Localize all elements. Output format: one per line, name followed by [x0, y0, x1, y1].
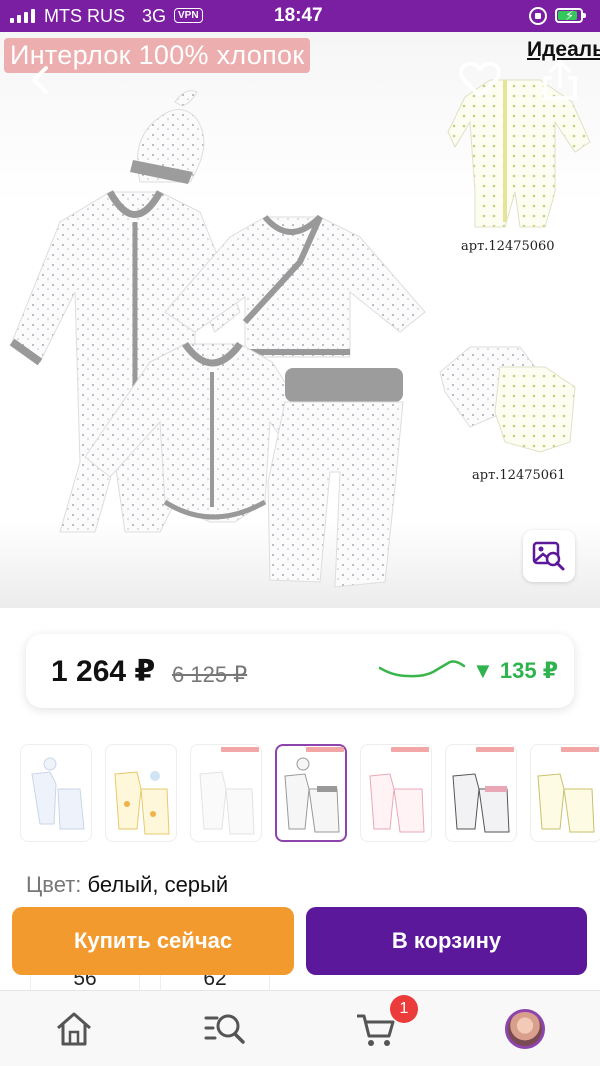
- color-info: Цвет: белый, серый: [26, 872, 228, 898]
- add-to-cart-button[interactable]: В корзину: [306, 907, 587, 975]
- thumbnail-selected[interactable]: [275, 744, 347, 842]
- color-value: белый, серый: [87, 872, 229, 897]
- network-type: 3G: [142, 6, 167, 26]
- status-bar: MTS RUS 3G VPN 18:47 ⚡: [0, 0, 600, 32]
- price-drop: ▼ 135 ₽: [472, 658, 559, 683]
- signal-icon: [10, 9, 35, 23]
- color-label: Цвет:: [26, 872, 82, 897]
- rotation-lock-icon: [529, 7, 547, 25]
- article-number: арт.12475061: [472, 468, 566, 483]
- price-card[interactable]: 1 264 ₽ 6 125 ₽ ▼ 135 ₽: [26, 634, 574, 708]
- current-price: 1 264 ₽: [51, 655, 156, 688]
- image-search-icon[interactable]: [523, 530, 575, 582]
- battery-icon: ⚡: [555, 8, 586, 23]
- price-history-sparkline: [378, 660, 466, 678]
- carrier-name: MTS RUS: [44, 6, 125, 26]
- old-price: 6 125 ₽: [172, 662, 248, 687]
- catalog-search-icon[interactable]: [203, 1007, 247, 1051]
- product-gallery[interactable]: Интерлок 100% хлопок Идеаль арт.12475060…: [0, 32, 600, 608]
- status-time: 18:47: [274, 5, 323, 26]
- thumbnail[interactable]: [20, 744, 92, 842]
- thumbnail[interactable]: [360, 744, 432, 842]
- product-image: [9, 79, 591, 588]
- profile-avatar[interactable]: [505, 1009, 545, 1049]
- tab-bar: 1: [0, 990, 600, 1066]
- heart-icon[interactable]: [458, 60, 502, 100]
- cart-badge: 1: [390, 995, 418, 1023]
- thumbnail[interactable]: [445, 744, 517, 842]
- thumbnail[interactable]: [190, 744, 262, 842]
- article-number: арт.12475060: [461, 239, 555, 254]
- home-icon[interactable]: [52, 1007, 96, 1051]
- back-arrow-icon[interactable]: [24, 62, 60, 98]
- share-icon[interactable]: [540, 58, 580, 102]
- thumbnail-strip[interactable]: [20, 744, 600, 844]
- vpn-badge: VPN: [174, 8, 203, 23]
- thumbnail[interactable]: [530, 744, 600, 842]
- thumbnail[interactable]: [105, 744, 177, 842]
- buy-now-button[interactable]: Купить сейчас: [12, 907, 294, 975]
